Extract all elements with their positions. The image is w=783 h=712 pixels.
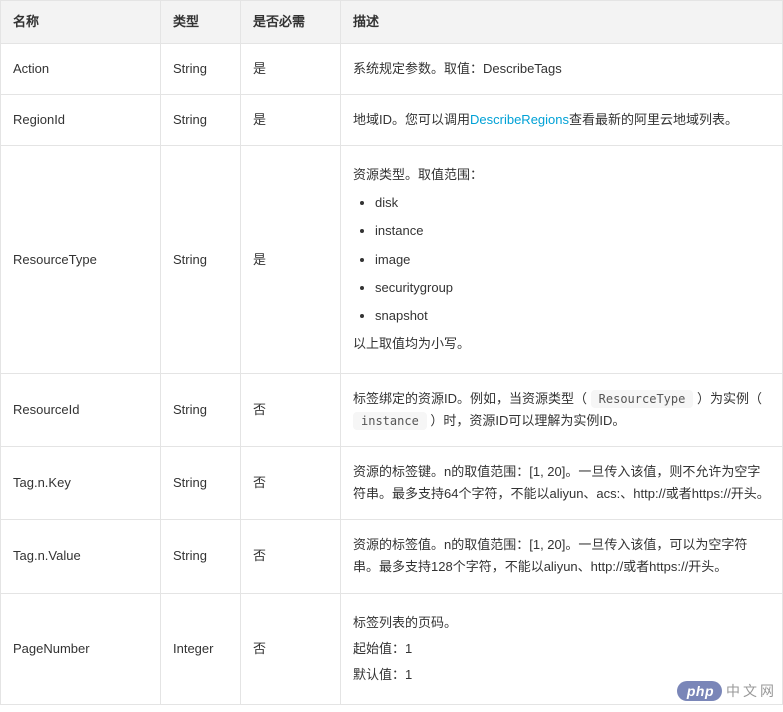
cell-type: String [161,520,241,593]
cell-description: 资源的标签值。n的取值范围：[1, 20]。一旦传入该值，可以为空字符串。最多支… [341,520,783,593]
desc-line: 默认值：1 [353,664,770,686]
code-instance: instance [353,412,427,430]
enum-list: disk instance image securitygroup snapsh… [353,192,770,326]
cell-description: 资源的标签键。n的取值范围：[1, 20]。一旦传入该值，则不允许为空字符串。最… [341,447,783,520]
desc-part: ）时，资源ID可以理解为实例ID。 [430,413,625,428]
desc-line: 标签列表的页码。 [353,612,770,634]
cell-description: 系统规定参数。取值：DescribeTags [341,44,783,95]
params-table: 名称 类型 是否必需 描述 Action String 是 系统规定参数。取值：… [0,0,783,705]
enum-item: securitygroup [375,277,770,299]
table-row: Tag.n.Value String 否 资源的标签值。n的取值范围：[1, 2… [1,520,783,593]
col-header-description: 描述 [341,1,783,44]
desc-part: ）为实例（ [697,391,762,406]
enum-item: snapshot [375,305,770,327]
table-header-row: 名称 类型 是否必需 描述 [1,1,783,44]
desc-title: 资源类型。取值范围： [353,164,770,186]
cell-name: Action [1,44,161,95]
cell-type: String [161,44,241,95]
table-row: ResourceType String 是 资源类型。取值范围： disk in… [1,146,783,374]
cell-type: String [161,373,241,446]
desc-text: 资源的标签值。n的取值范围：[1, 20]。一旦传入该值，可以为空字符串。最多支… [353,537,747,574]
table-row: Action String 是 系统规定参数。取值：DescribeTags [1,44,783,95]
cell-type: String [161,447,241,520]
cell-required: 是 [241,44,341,95]
enum-item: instance [375,220,770,242]
col-header-type: 类型 [161,1,241,44]
table-row: Tag.n.Key String 否 资源的标签键。n的取值范围：[1, 20]… [1,447,783,520]
cell-required: 否 [241,373,341,446]
cell-required: 否 [241,520,341,593]
cell-required: 是 [241,146,341,374]
col-header-required: 是否必需 [241,1,341,44]
enum-item: image [375,249,770,271]
cell-type: String [161,95,241,146]
desc-text: 系统规定参数。取值：DescribeTags [353,61,562,76]
describe-regions-link[interactable]: DescribeRegions [470,112,569,127]
cell-name: ResourceType [1,146,161,374]
desc-tail: 以上取值均为小写。 [353,333,770,355]
cell-required: 是 [241,95,341,146]
cell-type: Integer [161,593,241,704]
desc-text: 资源的标签键。n的取值范围：[1, 20]。一旦传入该值，则不允许为空字符串。最… [353,464,770,501]
code-resource-type: ResourceType [591,390,694,408]
cell-name: PageNumber [1,593,161,704]
cell-name: ResourceId [1,373,161,446]
enum-item: disk [375,192,770,214]
desc-line: 起始值：1 [353,638,770,660]
table-row: RegionId String 是 地域ID。您可以调用DescribeRegi… [1,95,783,146]
cell-required: 否 [241,447,341,520]
cell-name: Tag.n.Key [1,447,161,520]
cell-name: Tag.n.Value [1,520,161,593]
desc-part: 标签绑定的资源ID。例如，当资源类型（ [353,391,587,406]
desc-suffix: 查看最新的阿里云地域列表。 [569,112,738,127]
table-row: PageNumber Integer 否 标签列表的页码。 起始值：1 默认值：… [1,593,783,704]
cell-description: 地域ID。您可以调用DescribeRegions查看最新的阿里云地域列表。 [341,95,783,146]
cell-required: 否 [241,593,341,704]
cell-description: 标签绑定的资源ID。例如，当资源类型（ ResourceType ）为实例（ i… [341,373,783,446]
cell-name: RegionId [1,95,161,146]
desc-prefix: 地域ID。您可以调用 [353,112,470,127]
cell-description: 资源类型。取值范围： disk instance image securityg… [341,146,783,374]
table-row: ResourceId String 否 标签绑定的资源ID。例如，当资源类型（ … [1,373,783,446]
cell-description: 标签列表的页码。 起始值：1 默认值：1 [341,593,783,704]
col-header-name: 名称 [1,1,161,44]
cell-type: String [161,146,241,374]
